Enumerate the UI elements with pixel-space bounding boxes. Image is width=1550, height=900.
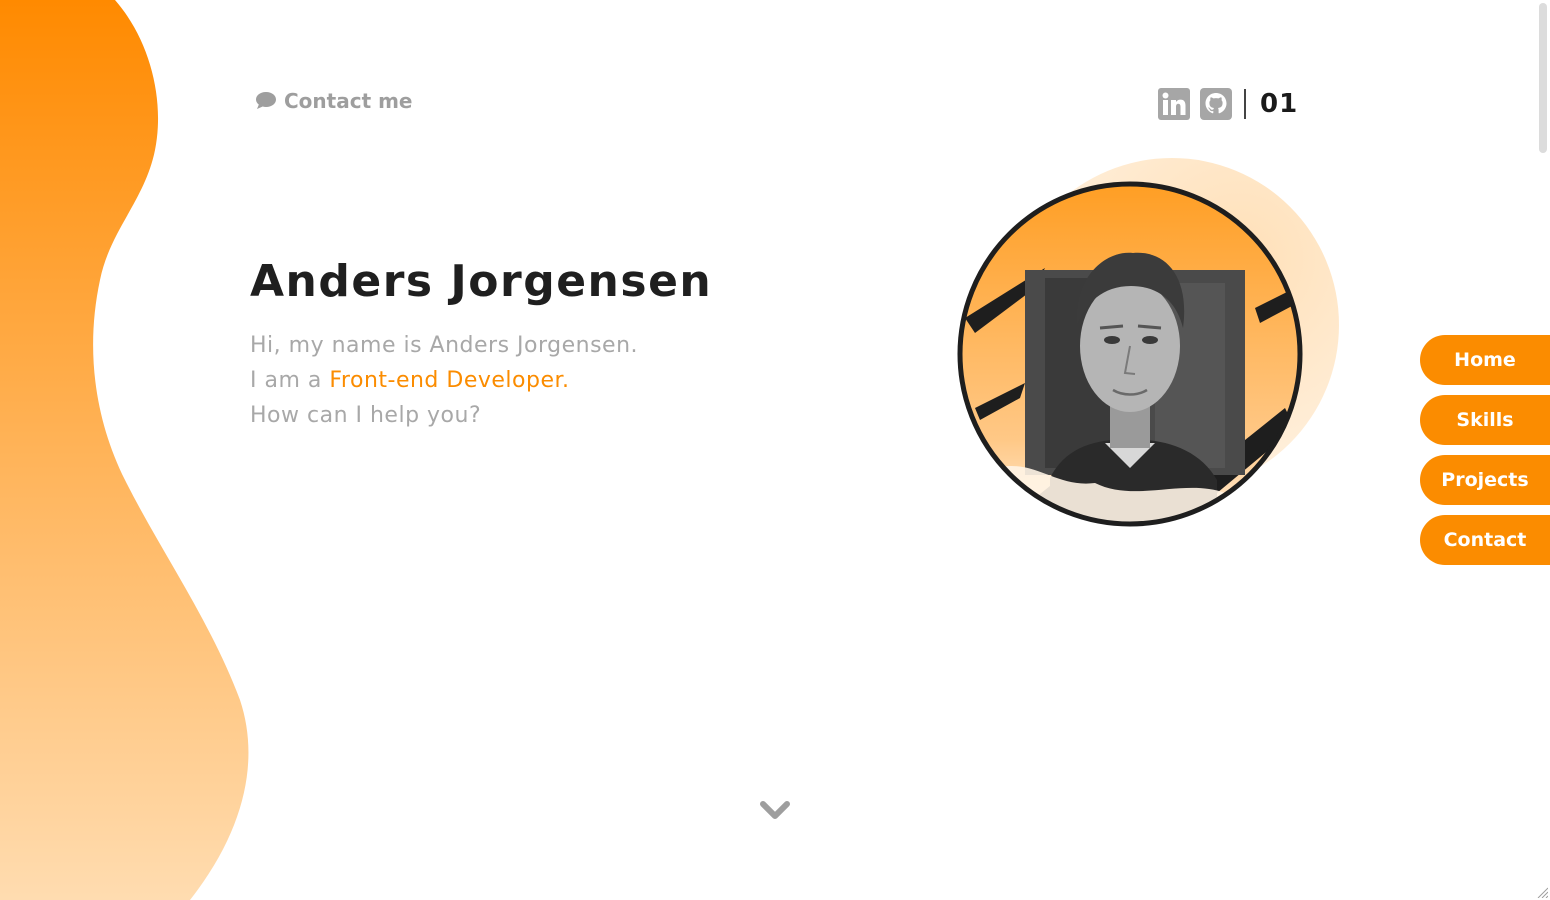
- hero-intro: Hi, my name is Anders Jorgensen. I am a …: [250, 328, 638, 433]
- resize-grip-icon[interactable]: [1536, 886, 1548, 898]
- nav-skills-button[interactable]: Skills: [1420, 395, 1550, 445]
- contact-me-link[interactable]: Contact me: [254, 89, 413, 113]
- header-divider: [1244, 89, 1246, 119]
- linkedin-icon[interactable]: [1158, 88, 1190, 120]
- side-navigation: Home Skills Projects Contact: [1420, 335, 1550, 565]
- github-icon[interactable]: [1200, 88, 1232, 120]
- background-blob: [0, 0, 249, 900]
- page: Contact me 01 Anders Jorgensen Hi, my na…: [0, 0, 1550, 900]
- contact-me-label: Contact me: [284, 89, 413, 113]
- chevron-down-icon[interactable]: [759, 798, 791, 822]
- intro-line-2-prefix: I am a: [250, 368, 330, 393]
- profile-photo: [957, 158, 1339, 527]
- intro-line-3: How can I help you?: [250, 403, 482, 428]
- nav-projects-button[interactable]: Projects: [1420, 455, 1550, 505]
- page-number: 01: [1260, 89, 1299, 119]
- intro-line-2-suffix: .: [562, 368, 570, 393]
- intro-line-1: Hi, my name is Anders Jorgensen.: [250, 333, 639, 358]
- chat-bubble-icon: [256, 92, 276, 109]
- scrollbar[interactable]: [1539, 3, 1547, 153]
- role-highlight: Front-end Developer: [329, 368, 563, 393]
- nav-home-button[interactable]: Home: [1420, 335, 1550, 385]
- social-links: 01: [1158, 88, 1298, 120]
- intro-line-2: I am a Front-end Developer.: [250, 363, 638, 398]
- hero-name: Anders Jorgensen: [250, 256, 713, 307]
- nav-contact-button[interactable]: Contact: [1420, 515, 1550, 565]
